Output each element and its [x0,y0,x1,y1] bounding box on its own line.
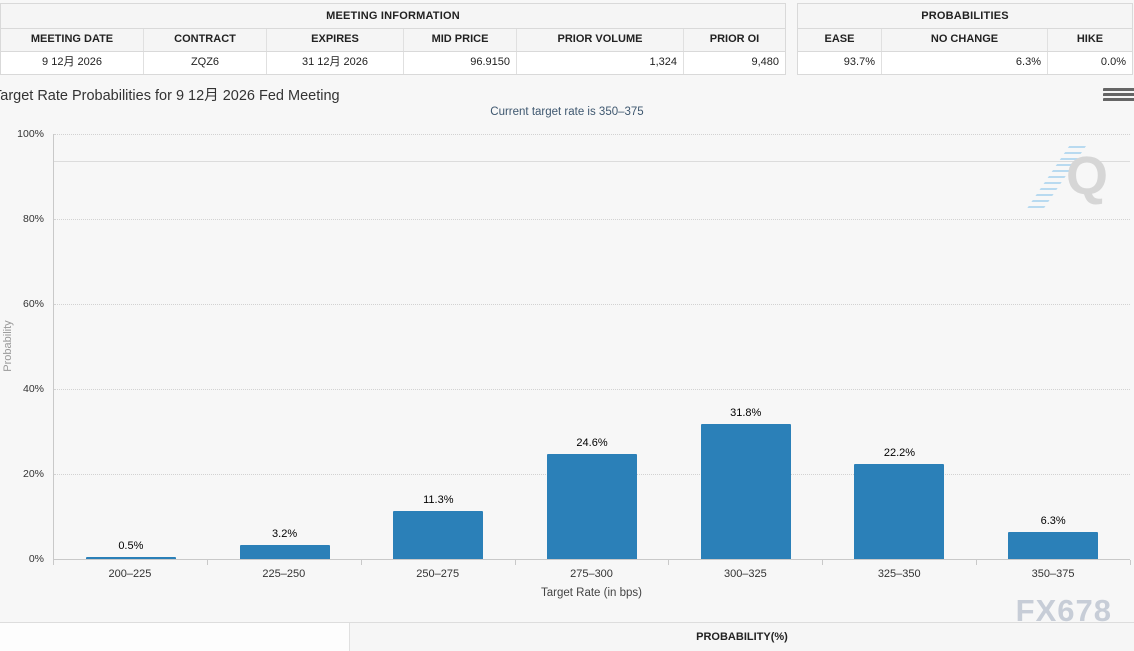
expires-value: 31 12月 2026 [267,52,404,74]
bar-value-label: 6.3% [1041,515,1066,527]
col-header-mid-price: MID PRICE [404,29,517,51]
y-tick-label: 60% [23,298,44,310]
col-header-prior-oi: PRIOR OI [684,29,785,51]
col-header-meeting-date: MEETING DATE [1,29,144,51]
probability-bar-chart: Target Rate Probabilities for 9 12月 2026… [0,76,1134,622]
bar-series: 0.5% 3.2% 11.3% 24.6% 31.8% [54,134,1130,559]
x-tick-mark [53,560,54,565]
bar-slot: 24.6% [515,437,669,559]
plot-area: 0.5% 3.2% 11.3% 24.6% 31.8% [53,134,1130,560]
col-header-hike: HIKE [1048,29,1132,51]
ease-value: 93.7% [798,52,882,74]
x-axis-title: Target Rate (in bps) [53,587,1130,599]
x-tick-label: 200–225 [53,568,207,580]
mid-price-value: 96.9150 [404,52,517,74]
bar-slot: 11.3% [361,494,515,559]
meeting-date-value: 9 12月 2026 [1,52,144,74]
meeting-information-table: MEETING INFORMATION MEETING DATE CONTRAC… [0,3,786,75]
bar-slot: 22.2% [823,447,977,559]
x-tick-mark [668,560,669,565]
x-tick-mark [515,560,516,565]
hamburger-bar [1103,93,1134,96]
bar-value-label: 22.2% [884,447,915,459]
x-axis-labels: 200–225 225–250 250–275 275–300 300–325 … [53,568,1130,580]
meeting-information-title: MEETING INFORMATION [1,4,785,29]
fx678-watermark: FX678 [1016,593,1112,629]
col-header-expires: EXPIRES [267,29,404,51]
bottom-table-empty-cell [0,623,350,651]
hamburger-bar [1103,98,1134,101]
bar-325-350[interactable] [854,464,944,559]
bar-value-label: 11.3% [423,494,453,506]
prior-volume-value: 1,324 [517,52,684,74]
hamburger-bar [1103,88,1134,91]
no-change-value: 6.3% [882,52,1048,74]
bar-value-label: 3.2% [272,528,297,540]
prior-oi-value: 9,480 [684,52,785,74]
x-tick-label: 225–250 [207,568,361,580]
x-tick-mark [361,560,362,565]
bar-250-275[interactable] [393,511,483,559]
col-header-contract: CONTRACT [144,29,267,51]
bar-slot: 31.8% [669,407,823,560]
chart-subtitle: Current target rate is 350–375 [0,106,1134,118]
x-tick-label: 300–325 [668,568,822,580]
bar-200-225[interactable] [86,557,176,559]
bar-value-label: 24.6% [576,437,607,449]
x-tick-mark [822,560,823,565]
y-axis-title: Probability [2,133,14,559]
bar-value-label: 31.8% [730,407,761,419]
chart-title: Target Rate Probabilities for 9 12月 2026… [0,84,340,105]
bar-slot: 3.2% [208,528,362,559]
q-logo-icon: Q [1066,146,1108,206]
y-tick-label: 100% [17,128,44,140]
x-tick-mark [207,560,208,565]
y-tick-label: 80% [23,213,44,225]
bar-slot: 6.3% [976,515,1130,559]
x-tick-label: 250–275 [361,568,515,580]
hamburger-menu-icon[interactable] [1103,88,1120,101]
x-tick-mark [1130,560,1131,565]
probabilities-table: PROBABILITIES EASE NO CHANGE HIKE 93.7% … [797,3,1133,75]
y-tick-label: 40% [23,383,44,395]
y-tick-label: 0% [29,553,44,565]
y-tick-label: 20% [23,468,44,480]
col-header-prior-volume: PRIOR VOLUME [517,29,684,51]
quikstrike-watermark: Q [1026,146,1116,212]
x-tick-mark [976,560,977,565]
bar-300-325[interactable] [701,424,791,560]
col-header-ease: EASE [798,29,882,51]
bar-350-375[interactable] [1008,532,1098,559]
x-tick-label: 325–350 [822,568,976,580]
contract-value: ZQZ6 [144,52,267,74]
probabilities-title: PROBABILITIES [798,4,1132,29]
bottom-table-header: PROBABILITY(%) [0,622,1134,651]
x-tick-label: 350–375 [976,568,1130,580]
bar-slot: 0.5% [54,540,208,559]
col-header-no-change: NO CHANGE [882,29,1048,51]
fedwatch-tool: MEETING INFORMATION MEETING DATE CONTRAC… [0,0,1134,651]
x-axis-ticks [53,560,1131,565]
bar-275-300[interactable] [547,454,637,559]
hike-value: 0.0% [1048,52,1132,74]
x-tick-label: 275–300 [515,568,669,580]
bar-value-label: 0.5% [118,540,143,552]
bar-225-250[interactable] [240,545,330,559]
